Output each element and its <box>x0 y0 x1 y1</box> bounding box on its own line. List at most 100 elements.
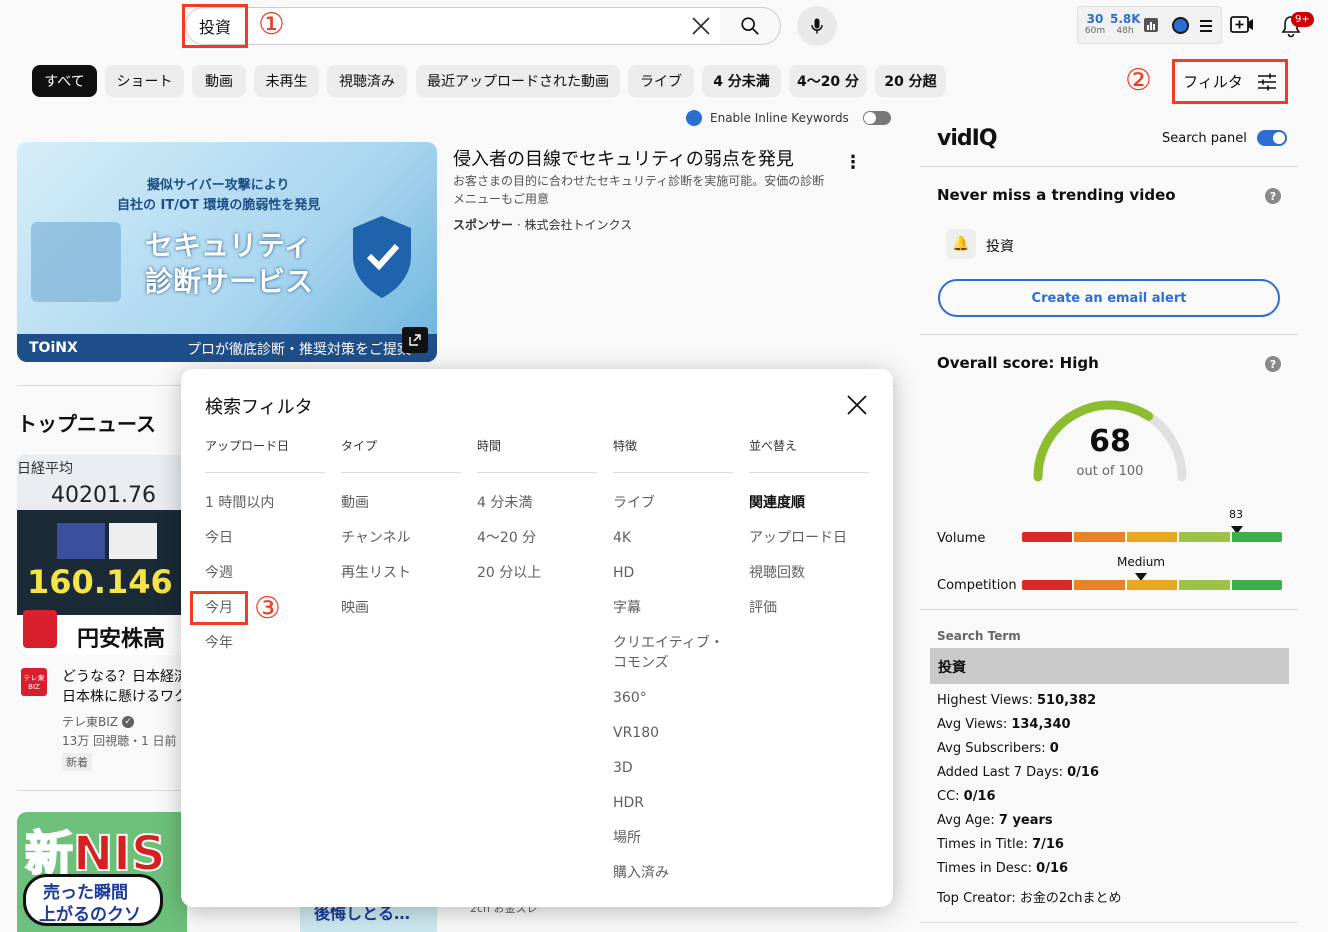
volume-bar <box>1022 532 1282 542</box>
help-icon[interactable]: ? <box>1265 188 1281 204</box>
news-title-line1[interactable]: どうなる？日本経済 <box>62 666 188 686</box>
chip-4-20-min[interactable]: 4〜20 分 <box>789 65 867 97</box>
sponsor-label: スポンサー <box>453 218 514 232</box>
chip-live[interactable]: ライブ <box>628 65 694 97</box>
filter-column-features: 特徴 ライブ 4K HD 字幕 クリエイティブ・コモンズ 360° VR180 … <box>613 437 733 898</box>
option-over-20-min[interactable]: 20 分以上 <box>477 563 597 598</box>
ad-illustration-left <box>31 222 121 302</box>
option-channel[interactable]: チャンネル <box>341 528 461 563</box>
inline-keywords-toggle-row[interactable]: Enable Inline Keywords <box>686 110 891 126</box>
chip-videos[interactable]: 動画 <box>192 65 246 97</box>
shield-check-icon <box>353 216 411 298</box>
column-head: アップロード日 <box>205 437 325 473</box>
option-vr180[interactable]: VR180 <box>613 723 733 758</box>
competition-label: Competition <box>937 578 1017 593</box>
option-4k[interactable]: 4K <box>613 528 733 563</box>
filter-label: フィルタ <box>1183 73 1243 91</box>
external-link-icon[interactable] <box>402 327 428 353</box>
chip-under-4-min[interactable]: 4 分未満 <box>702 65 781 97</box>
stat-30: 30 60m <box>1084 12 1106 36</box>
vidiq-brand: vidIQ <box>937 126 998 151</box>
volume-label: Volume <box>937 531 986 546</box>
chip-recently-uploaded[interactable]: 最近アップロードされた動画 <box>416 65 620 97</box>
search-term-label: Search Term <box>937 629 1021 643</box>
inline-keywords-label: Enable Inline Keywords <box>710 111 849 125</box>
stat-times-in-title: Times in Title: 7/16 <box>937 837 1064 852</box>
news-thumb-num2: 160.146 <box>27 563 173 601</box>
inline-keywords-toggle[interactable] <box>862 111 891 125</box>
ad-thumbnail[interactable]: 擬似サイバー攻撃により 自社の IT/OT 環境の脆弱性を発見 セキュリティ 診… <box>17 142 437 362</box>
ad-thumb-line1: 擬似サイバー攻撃により <box>147 178 290 193</box>
option-last-hour[interactable]: 1 時間以内 <box>205 493 325 528</box>
option-movie[interactable]: 映画 <box>341 598 461 633</box>
channel-avatar-text: テレ東BIZ <box>23 674 45 691</box>
vidiq-header-stats[interactable]: 30 60m 5.8K 48h <box>1077 6 1222 44</box>
news-thumbnail-2[interactable]: 新NIS 売った瞬間 上がるのクソ <box>17 812 187 932</box>
option-360[interactable]: 360° <box>613 688 733 723</box>
option-playlist[interactable]: 再生リスト <box>341 563 461 598</box>
chip-watched[interactable]: 視聴済み <box>327 65 407 97</box>
chip-unwatched[interactable]: 未再生 <box>254 65 319 97</box>
vidiq-small-icon <box>686 110 702 126</box>
search-panel-toggle-row[interactable]: Search panel <box>1162 130 1287 146</box>
score-out-of: out of 100 <box>1076 464 1144 479</box>
news-thumb-caption: 円安株高 <box>77 627 166 652</box>
chip-all[interactable]: すべて <box>32 65 97 97</box>
top-news-heading: トップニュース <box>17 412 156 436</box>
divider <box>920 609 1298 610</box>
news-thumbnail[interactable]: 日経平均 40201.76 160.146 円安株高 <box>17 455 187 655</box>
stat-top-creator: Top Creator: お金の2chまとめ <box>937 891 1122 906</box>
news-thumb-label: 日経平均 <box>17 461 73 477</box>
option-4-20-min[interactable]: 4〜20 分 <box>477 528 597 563</box>
clear-search-icon[interactable] <box>689 14 713 38</box>
search-panel-toggle[interactable] <box>1256 130 1287 146</box>
stat-avg-views: Avg Views: 134,340 <box>937 717 1071 732</box>
divider <box>920 922 1298 923</box>
chip-shorts[interactable]: ショート <box>105 65 184 97</box>
column-head: 特徴 <box>613 437 733 473</box>
option-under-4-min[interactable]: 4 分未満 <box>477 493 597 528</box>
filter-button[interactable]: フィルタ <box>1172 59 1288 104</box>
news-thumb-num1: 40201.76 <box>51 483 156 508</box>
create-email-alert-button[interactable]: Create an email alert <box>938 279 1280 317</box>
ad-more-options-icon[interactable]: ⋮ <box>844 152 862 173</box>
bar-chart-icon <box>1144 18 1158 32</box>
option-view-count[interactable]: 視聴回数 <box>749 563 869 598</box>
divider-2 <box>17 790 187 791</box>
stat-5.8k: 5.8K 48h <box>1110 12 1141 36</box>
option-today[interactable]: 今日 <box>205 528 325 563</box>
option-hd[interactable]: HD <box>613 563 733 598</box>
channel-avatar[interactable]: テレ東BIZ <box>21 668 47 696</box>
trending-title: Never miss a trending video <box>937 186 1176 204</box>
option-hdr[interactable]: HDR <box>613 793 733 828</box>
ad-title[interactable]: 侵入者の目線でセキュリティの弱点を発見 <box>453 145 853 171</box>
option-this-year[interactable]: 今年 <box>205 633 325 668</box>
flags-decoration <box>57 523 157 559</box>
option-rating[interactable]: 評価 <box>749 598 869 633</box>
option-live[interactable]: ライブ <box>613 493 733 528</box>
overall-score-title: Overall score: High <box>937 354 1099 372</box>
voice-search-button[interactable] <box>797 6 837 46</box>
option-creative-commons[interactable]: クリエイティブ・コモンズ <box>613 633 733 688</box>
news-channel[interactable]: テレ東BIZ ✓ <box>62 713 134 730</box>
search-term-box <box>930 648 1289 684</box>
stat-cc: CC: 0/16 <box>937 789 996 804</box>
option-video[interactable]: 動画 <box>341 493 461 528</box>
option-3d[interactable]: 3D <box>613 758 733 793</box>
search-term-value: 投資 <box>938 660 966 676</box>
option-upload-date[interactable]: アップロード日 <box>749 528 869 563</box>
create-video-icon[interactable] <box>1230 14 1254 36</box>
chip-over-20-min[interactable]: 20 分超 <box>875 65 946 97</box>
stat-added-last-7-days: Added Last 7 Days: 0/16 <box>937 765 1100 780</box>
search-query: 投資 <box>199 18 232 37</box>
help-icon[interactable]: ? <box>1265 356 1281 372</box>
close-icon[interactable] <box>845 393 869 417</box>
annotation-2: ② <box>1125 63 1152 98</box>
option-location[interactable]: 場所 <box>613 828 733 863</box>
news-title-line2[interactable]: 日本株に懸けるワク <box>62 686 188 706</box>
search-button[interactable] <box>720 7 781 45</box>
filter-column-sort: 並べ替え 関連度順 アップロード日 視聴回数 評価 <box>749 437 869 633</box>
option-purchased[interactable]: 購入済み <box>613 863 733 898</box>
option-relevance[interactable]: 関連度順 <box>749 493 869 528</box>
option-subtitles[interactable]: 字幕 <box>613 598 733 633</box>
